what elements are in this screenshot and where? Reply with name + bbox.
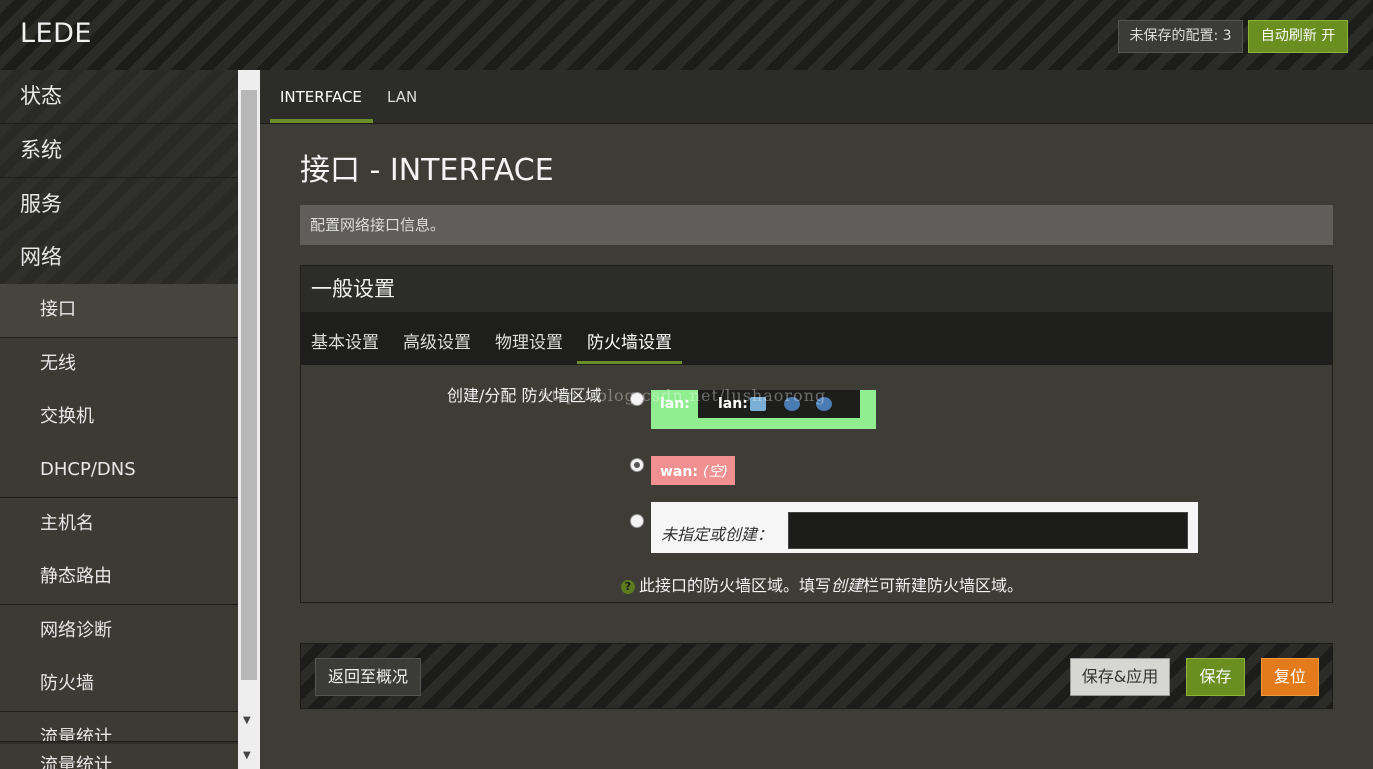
- scrollbar-thumb[interactable]: [241, 90, 257, 680]
- zone-new-radio[interactable]: [630, 514, 644, 528]
- help-text: ? 此接口的防火墙区域。填写创建栏可新建防火墙区域。: [621, 572, 1023, 596]
- sidebar: 状态 系统 服务 网络 接口 无线 交换机 DHCP/DNS 主机名 静态路由 …: [0, 70, 238, 769]
- settings-subtabs: 基本设置 高级设置 物理设置 防火墙设置: [301, 312, 1332, 365]
- sidebar-item-services[interactable]: 服务: [0, 178, 238, 232]
- save-button[interactable]: 保存: [1186, 658, 1245, 696]
- reset-button[interactable]: 复位: [1261, 658, 1319, 696]
- sidebar-scrollbar[interactable]: ▼ ▼: [238, 70, 260, 769]
- sidebar-item-diagnostics[interactable]: 网络诊断: [0, 605, 238, 659]
- sidebar-item-firewall[interactable]: 防火墙: [0, 658, 238, 712]
- sidebar-item-interfaces[interactable]: 接口: [0, 284, 238, 338]
- header-bar: LEDE 未保存的配置: 3 自动刷新 开: [0, 0, 1373, 70]
- sidebar-item-switch[interactable]: 交换机: [0, 391, 238, 445]
- active-subtab-indicator: [577, 361, 682, 364]
- sidebar-item-wireless[interactable]: 无线: [0, 338, 238, 392]
- scroll-down-arrow-icon[interactable]: ▼: [243, 750, 251, 761]
- sidebar-item-status[interactable]: 状态: [0, 70, 238, 124]
- zone-wan-name: wan:: [660, 464, 698, 480]
- sidebar-item-system[interactable]: 系统: [0, 124, 238, 178]
- sidebar-item-hostnames[interactable]: 主机名: [0, 498, 238, 552]
- interface-tabs: INTERFACE LAN: [260, 70, 1373, 124]
- subtab-physical[interactable]: 物理设置: [495, 328, 563, 353]
- subtab-firewall[interactable]: 防火墙设置: [587, 328, 672, 353]
- watermark-text: http://blog.csdn.net/lushaorong: [540, 386, 827, 405]
- page-description: 配置网络接口信息。: [300, 205, 1333, 245]
- subtab-basic[interactable]: 基本设置: [311, 328, 379, 353]
- general-settings-section: 一般设置 基本设置 高级设置 物理设置 防火墙设置 创建/分配 防火墙区域 la…: [300, 265, 1333, 603]
- zone-wan-detail: (空): [703, 464, 728, 480]
- auto-refresh-button[interactable]: 自动刷新 开: [1248, 20, 1348, 53]
- active-tab-indicator: [270, 119, 373, 123]
- tab-interface[interactable]: INTERFACE: [280, 88, 362, 106]
- section-title: 一般设置: [301, 266, 1332, 312]
- help-icon: ?: [621, 580, 635, 594]
- sidebar-item-static-routes[interactable]: 静态路由: [0, 551, 238, 605]
- new-zone-input[interactable]: [788, 512, 1188, 549]
- zone-new-option[interactable]: 未指定或创建：: [651, 502, 1198, 553]
- sidebar-item-dhcp-dns[interactable]: DHCP/DNS: [0, 444, 238, 498]
- save-apply-button[interactable]: 保存&应用: [1070, 658, 1170, 696]
- sidebar-item-traffic-stats[interactable]: 流量统计: [0, 712, 238, 742]
- action-bar: 返回至概况 保存&应用 保存 复位: [300, 643, 1333, 709]
- scroll-down-arrow-icon[interactable]: ▼: [243, 715, 251, 726]
- page-title: 接口 - INTERFACE: [300, 153, 554, 188]
- sidebar-item-network[interactable]: 网络: [0, 231, 238, 285]
- unsaved-changes-button[interactable]: 未保存的配置: 3: [1118, 20, 1243, 53]
- brand-logo[interactable]: LEDE: [20, 18, 92, 49]
- zone-wan-radio[interactable]: [630, 458, 644, 472]
- tab-lan[interactable]: LAN: [387, 88, 417, 106]
- sidebar-item-traffic-stats-2[interactable]: 流量统计: [0, 744, 238, 769]
- back-to-overview-button[interactable]: 返回至概况: [315, 658, 421, 696]
- zone-new-label: 未指定或创建：: [661, 525, 774, 544]
- zone-wan-option[interactable]: wan: (空): [651, 456, 735, 485]
- subtab-advanced[interactable]: 高级设置: [403, 328, 471, 353]
